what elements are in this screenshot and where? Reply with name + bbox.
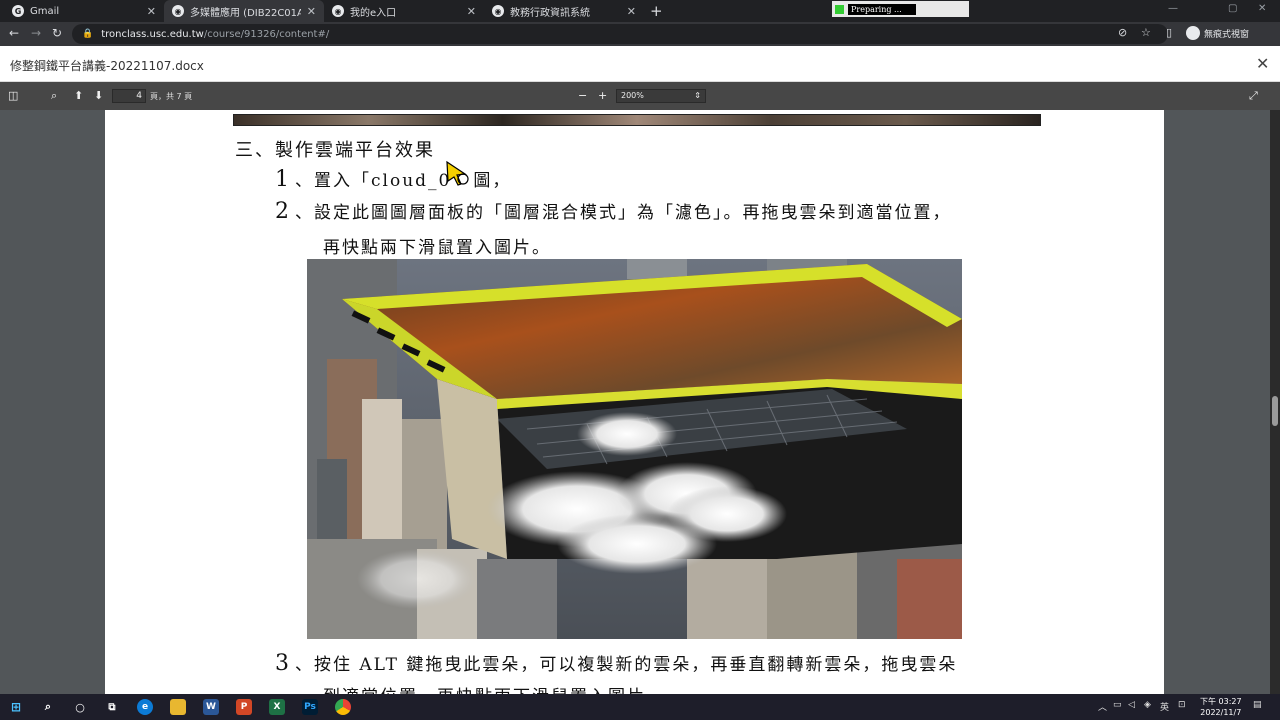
zoom-select[interactable]: 200% ⇕ xyxy=(616,89,706,103)
page-total-label: 頁，共 7 頁 xyxy=(150,92,193,101)
site-icon: ◉ xyxy=(332,5,344,17)
step-text: 、設定此圖圖層面板的「圖層混合模式」為「濾色」。再拖曳雲朵到適當位置， xyxy=(295,203,952,223)
task-view-icon[interactable]: ⧉ xyxy=(104,699,120,715)
url-path: /course/91326/content#/ xyxy=(203,28,330,40)
tab-multimedia-course[interactable]: ◉ 多媒體應用 (DIB22C01A1) - 質點 ✕ xyxy=(164,0,324,22)
notification-status-icon xyxy=(835,4,844,14)
windows-taskbar: ⊞ ⌕ ○ ⧉ e W P X Ps ︿ ▭ ◁ ◈ 英 ⊡ 下午 03:27 … xyxy=(0,694,1280,720)
download-notification: Preparing ... xyxy=(832,1,969,17)
pointer-cursor-icon xyxy=(446,160,469,186)
close-tab-icon[interactable]: ✕ xyxy=(307,5,316,18)
windows-start-icon[interactable]: ⊞ xyxy=(8,699,24,715)
lock-icon: 🔒 xyxy=(82,29,94,39)
tab-gmail[interactable]: G Gmail ✕ xyxy=(4,0,164,22)
excel-icon[interactable]: X xyxy=(269,699,285,715)
page-number-input[interactable]: 4 xyxy=(112,89,146,103)
zoom-value: 200% xyxy=(621,91,644,100)
google-icon: G xyxy=(12,5,24,17)
incognito-indicator[interactable]: 無痕式視窗 xyxy=(1186,26,1249,40)
step-3: 3 、按住 ALT 鍵拖曳此雲朵，可以複製新的雲朵，再垂直翻轉新雲朵，拖曳雲朵 xyxy=(275,650,957,676)
close-window-icon[interactable]: ✕ xyxy=(1258,3,1266,14)
incognito-avatar-icon xyxy=(1186,26,1200,40)
tab-my-portal[interactable]: ◉ 我的e入口 ✕ xyxy=(324,0,484,22)
edge-icon[interactable]: e xyxy=(137,699,153,715)
reload-icon[interactable]: ↻ xyxy=(52,26,62,40)
step-text: 、按住 ALT 鍵拖曳此雲朵，可以複製新的雲朵，再垂直翻轉新雲朵，拖曳雲朵 xyxy=(295,655,958,675)
step-number: 1 xyxy=(275,167,289,192)
system-clock[interactable]: 下午 03:27 2022/11/7 xyxy=(1200,696,1242,718)
minimize-icon[interactable]: — xyxy=(1168,3,1178,14)
site-icon: ◉ xyxy=(492,5,504,17)
volume-icon[interactable]: ◁ xyxy=(1128,700,1135,710)
document-header: 修整鋼鐵平台講義-20221107.docx ✕ xyxy=(0,46,1280,82)
url-host: tronclass.usc.edu.tw xyxy=(101,28,204,40)
city-platform-picture xyxy=(307,259,962,639)
step-text: 、置入「cloud_0 xyxy=(295,171,452,191)
microphone-icon[interactable]: ◈ xyxy=(1144,700,1151,710)
clock-time: 下午 03:27 xyxy=(1200,697,1242,706)
dropdown-arrow-icon: ⇕ xyxy=(694,91,701,100)
document-filename: 修整鋼鐵平台講義-20221107.docx xyxy=(10,59,204,73)
step-text-after: 圖， xyxy=(473,171,512,191)
next-page-icon[interactable]: ⬇ xyxy=(94,89,103,102)
address-bar[interactable]: 🔒 tronclass.usc.edu.tw /course/91326/con… xyxy=(72,24,1168,44)
file-explorer-icon[interactable] xyxy=(170,699,186,715)
tab-title: 我的e入口 xyxy=(350,7,397,19)
network-icon[interactable]: ▭ xyxy=(1113,700,1122,710)
bookmark-star-icon[interactable]: ☆ xyxy=(1141,26,1151,39)
previous-image-bottom-edge xyxy=(233,114,1041,126)
notification-text: Preparing ... xyxy=(848,3,916,15)
input-language[interactable]: 英 xyxy=(1160,700,1169,713)
tray-expand-icon[interactable]: ︿ xyxy=(1098,700,1107,713)
step-2-continuation: 再快點兩下滑鼠置入圖片。 xyxy=(323,238,551,258)
tab-title: 多媒體應用 (DIB22C01A1) - 質點 xyxy=(190,7,301,19)
viewer-scrollbar[interactable] xyxy=(1270,110,1280,694)
document-viewer[interactable]: 三、製作雲端平台效果 1 、置入「cloud_0 圖， 2 、設定此圖圖層面板的「圖層… xyxy=(0,110,1280,694)
section-heading: 三、製作雲端平台效果 xyxy=(235,140,435,161)
close-document-icon[interactable]: ✕ xyxy=(1256,54,1269,73)
notification-center-icon[interactable]: ▤ xyxy=(1253,700,1262,710)
document-page: 三、製作雲端平台效果 1 、置入「cloud_0 圖， 2 、設定此圖圖層面板的「圖層… xyxy=(105,110,1164,694)
powerpoint-icon[interactable]: P xyxy=(236,699,252,715)
tracking-blocked-icon[interactable]: ⊘ xyxy=(1118,26,1127,39)
scrollbar-thumb[interactable] xyxy=(1272,396,1278,426)
step-2: 2 、設定此圖圖層面板的「圖層混合模式」為「濾色」。再拖曳雲朵到適當位置， xyxy=(275,198,952,224)
tab-academic-system[interactable]: ◉ 教務行政資訊系統 ✕ xyxy=(484,0,644,22)
sidebar-toggle-icon[interactable]: ◫ xyxy=(8,89,18,102)
search-icon[interactable]: ⌕ xyxy=(51,89,57,103)
ime-icon[interactable]: ⊡ xyxy=(1178,700,1186,710)
site-icon: ◉ xyxy=(172,5,184,17)
close-tab-icon[interactable]: ✕ xyxy=(467,5,476,18)
cortana-icon[interactable]: ○ xyxy=(72,699,88,715)
side-panel-icon[interactable]: ▯ xyxy=(1166,26,1172,39)
step-number: 2 xyxy=(275,199,289,224)
new-tab-plus-icon[interactable]: + xyxy=(650,2,663,20)
tab-title: 教務行政資訊系統 xyxy=(510,7,590,19)
photoshop-icon[interactable]: Ps xyxy=(302,699,318,715)
cloud-platform-image xyxy=(307,259,962,639)
incognito-label: 無痕式視窗 xyxy=(1204,29,1250,40)
step-3-continuation: 到適當位置，再快點兩下滑鼠置入圖片。 xyxy=(323,682,665,694)
previous-page-icon[interactable]: ⬆ xyxy=(74,89,83,102)
zoom-in-icon[interactable]: + xyxy=(598,89,607,102)
zoom-out-icon[interactable]: − xyxy=(578,89,587,102)
fullscreen-icon[interactable]: ⤢ xyxy=(1249,89,1258,103)
browser-toolbar: ← → ↻ 🔒 tronclass.usc.edu.tw /course/913… xyxy=(0,22,1280,46)
pdf-toolbar: ◫ ⌕ ⬆ ⬇ 4 頁，共 7 頁 − + 200% ⇕ ⤢ xyxy=(0,82,1280,110)
search-icon[interactable]: ⌕ xyxy=(40,699,56,715)
screen: G Gmail ✕ ◉ 多媒體應用 (DIB22C01A1) - 質點 ✕ ◉ … xyxy=(0,0,1280,720)
word-icon[interactable]: W xyxy=(203,699,219,715)
step-1: 1 、置入「cloud_0 圖， xyxy=(275,166,511,192)
step-number: 3 xyxy=(275,651,289,676)
chrome-icon[interactable] xyxy=(335,699,351,715)
close-tab-icon[interactable]: ✕ xyxy=(147,5,156,18)
clock-date: 2022/11/7 xyxy=(1200,708,1242,717)
back-arrow-icon[interactable]: ← xyxy=(9,26,19,40)
maximize-icon[interactable]: ▢ xyxy=(1228,3,1237,14)
browser-tab-strip: G Gmail ✕ ◉ 多媒體應用 (DIB22C01A1) - 質點 ✕ ◉ … xyxy=(0,0,1280,22)
close-tab-icon[interactable]: ✕ xyxy=(627,5,636,18)
forward-arrow-icon[interactable]: → xyxy=(31,26,41,40)
tab-title: Gmail xyxy=(30,5,60,17)
